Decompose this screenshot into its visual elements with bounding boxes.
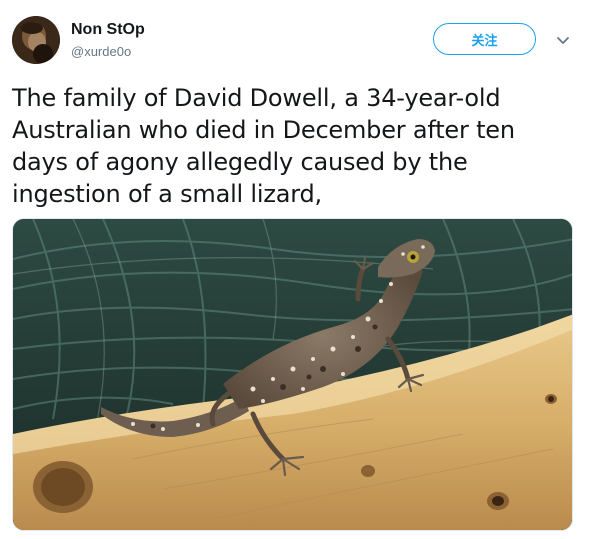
- user-handle[interactable]: @xurde0o: [71, 44, 131, 59]
- chevron-down-icon[interactable]: [554, 31, 572, 49]
- tweet-photo[interactable]: [12, 218, 573, 531]
- tweet-text: The family of David Dowell, a 34-year-ol…: [12, 84, 515, 208]
- avatar[interactable]: [12, 16, 60, 64]
- tweet-card: Non StOp @xurde0o 关注 The family of David…: [0, 0, 598, 539]
- follow-button[interactable]: 关注: [433, 23, 536, 55]
- display-name[interactable]: Non StOp: [71, 21, 145, 39]
